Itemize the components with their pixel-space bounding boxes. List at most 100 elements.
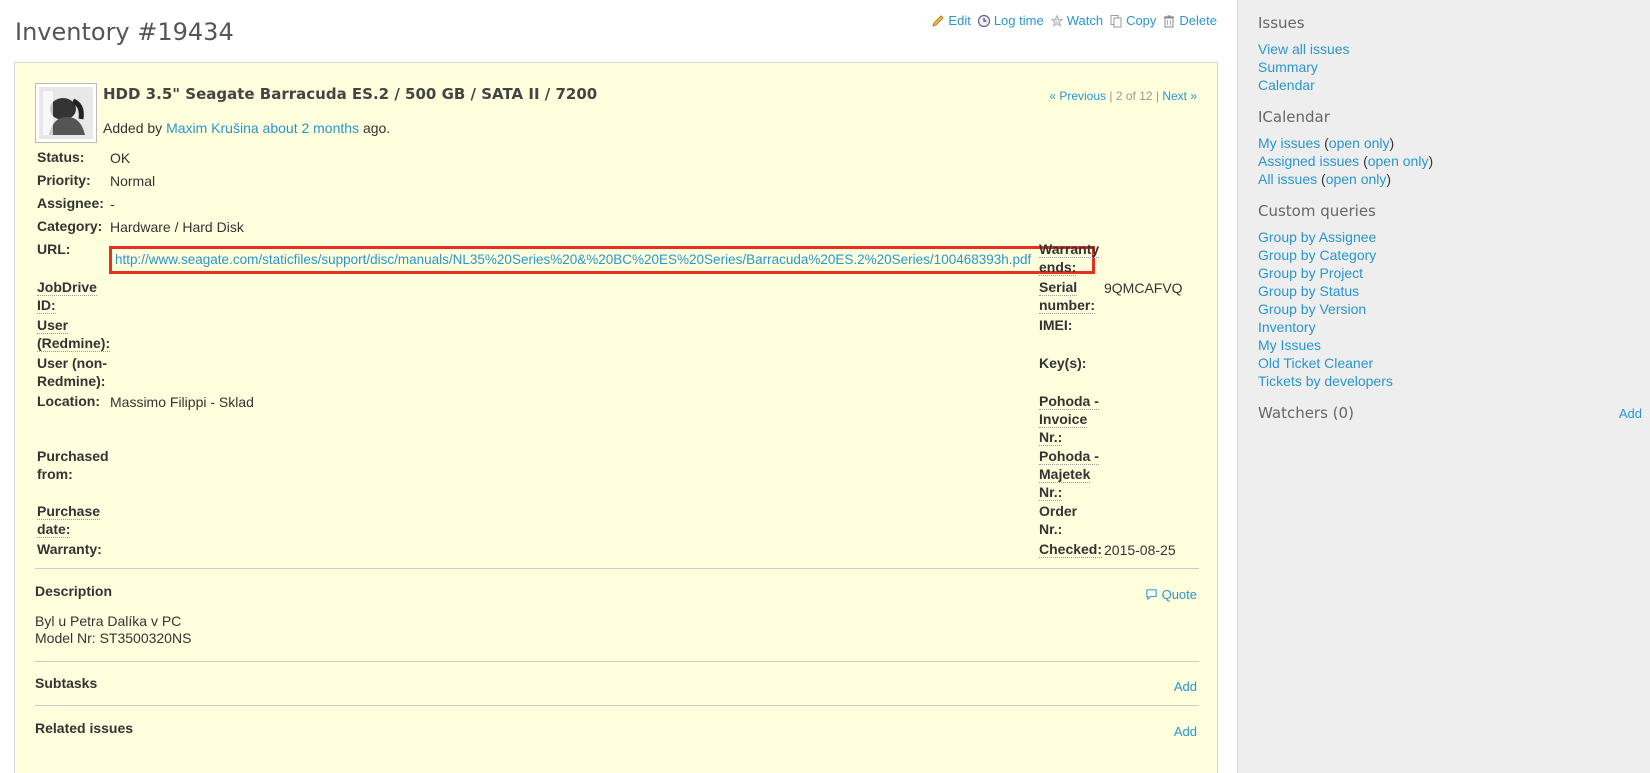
added-by-label: Added by <box>103 120 163 136</box>
add-subtask-link[interactable]: Add <box>1174 679 1197 694</box>
delete-link[interactable]: Delete <box>1179 13 1217 28</box>
quote-link[interactable]: Quote <box>1162 587 1197 602</box>
trash-icon <box>1164 14 1175 27</box>
assignee-label: Assignee: <box>37 195 104 211</box>
divider <box>35 568 1199 569</box>
sidebar-item-all-issues-open[interactable]: open only <box>1326 171 1387 187</box>
issue-panel: HDD 3.5" Seagate Barracuda ES.2 / 500 GB… <box>14 62 1218 773</box>
keys-label: Key(s): <box>1039 355 1087 371</box>
sidebar-item-old-ticket-cleaner[interactable]: Old Ticket Cleaner <box>1258 355 1373 371</box>
comment-icon <box>1146 589 1157 601</box>
checked-value: 2015-08-25 <box>1104 542 1176 558</box>
sidebar-issues-heading: Issues <box>1258 14 1305 32</box>
issue-actions: Edit Log time Watch Copy Delete <box>931 13 1217 28</box>
sidebar-item-group-by-assignee[interactable]: Group by Assignee <box>1258 229 1376 245</box>
category-value: Hardware / Hard Disk <box>110 219 244 235</box>
author-line: Added by Maxim Krušina about 2 months ag… <box>103 120 390 136</box>
issue-subject: HDD 3.5" Seagate Barracuda ES.2 / 500 GB… <box>103 85 598 103</box>
copy-link[interactable]: Copy <box>1126 13 1156 28</box>
sidebar-item-group-by-status[interactable]: Group by Status <box>1258 283 1359 299</box>
sidebar-icalendar-heading: ICalendar <box>1258 108 1330 126</box>
sidebar-item-calendar[interactable]: Calendar <box>1258 77 1315 93</box>
sidebar-item-assigned-issues[interactable]: Assigned issues <box>1258 153 1359 169</box>
order-number-label: Order Nr.: <box>1039 503 1078 537</box>
log-time-link[interactable]: Log time <box>994 13 1044 28</box>
sidebar-item-inventory[interactable]: Inventory <box>1258 319 1316 335</box>
status-value: OK <box>110 150 131 166</box>
delete-action[interactable]: Delete <box>1162 13 1217 28</box>
author-link[interactable]: Maxim Krušina <box>166 120 259 136</box>
sidebar-item-my-issues-query[interactable]: My Issues <box>1258 337 1321 353</box>
add-related-link[interactable]: Add <box>1174 724 1197 739</box>
sidebar-item-view-all-issues[interactable]: View all issues <box>1258 41 1350 57</box>
sidebar-issues-block: Issues View all issues Summary Calendar <box>1258 14 1630 94</box>
edit-link[interactable]: Edit <box>948 13 970 28</box>
description-line-2: Model Nr: ST3500320NS <box>35 630 192 646</box>
author-photo <box>39 87 93 139</box>
sidebar-item-group-by-version[interactable]: Group by Version <box>1258 301 1366 317</box>
avatar <box>35 83 97 143</box>
pohoda-invoice-label: Pohoda - Invoice Nr.: <box>1039 393 1099 446</box>
previous-link[interactable]: « Previous <box>1049 89 1106 103</box>
sidebar-item-summary[interactable]: Summary <box>1258 59 1318 75</box>
next-link[interactable]: Next » <box>1162 89 1197 103</box>
serial-number-value: 9QMCAFVQ <box>1104 280 1183 296</box>
sidebar-item-tickets-by-developers[interactable]: Tickets by developers <box>1258 373 1393 389</box>
jobdrive-label: JobDrive ID: <box>37 279 97 314</box>
divider <box>35 705 1199 706</box>
url-label: URL: <box>37 241 71 257</box>
time-ago-link[interactable]: about 2 months <box>263 120 360 136</box>
status-label: Status: <box>37 149 85 165</box>
clock-icon <box>977 14 990 27</box>
sidebar-watchers-heading: Watchers (0) <box>1258 404 1354 422</box>
category-label: Category: <box>37 218 103 234</box>
sidebar-item-my-issues-open[interactable]: open only <box>1329 135 1390 151</box>
quote-action[interactable]: Quote <box>1145 587 1197 602</box>
serial-number-label: Serial number: <box>1039 279 1095 314</box>
url-highlight-box: http://www.seagate.com/staticfiles/suppo… <box>109 246 1095 274</box>
user-nonredmine-label: User (non- Redmine): <box>37 355 107 389</box>
added-suffix: ago. <box>362 120 391 136</box>
sidebar: Issues View all issues Summary Calendar … <box>1237 0 1650 773</box>
imei-label: IMEI: <box>1039 317 1073 333</box>
sidebar-item-my-issues[interactable]: My issues <box>1258 135 1320 151</box>
sidebar-item-group-by-category[interactable]: Group by Category <box>1258 247 1376 263</box>
description-heading: Description <box>35 583 113 599</box>
location-label: Location: <box>37 393 100 409</box>
url-link[interactable]: http://www.seagate.com/staticfiles/suppo… <box>115 252 1031 267</box>
sidebar-custom-queries-block: Custom queries Group by Assignee Group b… <box>1258 202 1630 390</box>
assignee-value: - <box>110 196 115 212</box>
sidebar-custom-queries-heading: Custom queries <box>1258 202 1376 220</box>
sidebar-watchers-block: Watchers (0) Add <box>1258 404 1642 422</box>
copy-action[interactable]: Copy <box>1109 13 1156 28</box>
user-redmine-label: User (Redmine): <box>37 317 111 352</box>
issue-navigation: « Previous | 2 of 12 | Next » <box>1049 89 1197 103</box>
watch-action[interactable]: Watch <box>1050 13 1103 28</box>
sidebar-item-group-by-project[interactable]: Group by Project <box>1258 265 1363 281</box>
warranty-label: Warranty: <box>37 541 102 557</box>
sidebar-item-all-issues[interactable]: All issues <box>1258 171 1317 187</box>
priority-label: Priority: <box>37 172 91 188</box>
priority-value: Normal <box>110 173 156 189</box>
warranty-ends-label: Warranty ends: <box>1039 241 1100 276</box>
location-value: Massimo Filippi - Sklad <box>110 394 254 410</box>
subtasks-heading: Subtasks <box>35 675 98 691</box>
purchase-date-label: Purchase date: <box>37 503 101 538</box>
star-icon <box>1050 13 1064 27</box>
sidebar-icalendar-block: ICalendar My issues (open only) Assigned… <box>1258 108 1630 188</box>
edit-action[interactable]: Edit <box>931 13 971 28</box>
page-title: Inventory #19434 <box>15 18 234 46</box>
checked-label: Checked: <box>1039 541 1103 558</box>
description-line-1: Byl u Petra Dalíka v PC <box>35 613 182 629</box>
divider <box>35 661 1199 662</box>
position-indicator: 2 of 12 <box>1115 89 1153 103</box>
log-time-action[interactable]: Log time <box>977 13 1044 28</box>
sidebar-item-assigned-issues-open[interactable]: open only <box>1368 153 1429 169</box>
watch-link[interactable]: Watch <box>1067 13 1103 28</box>
main-content: Inventory #19434 Edit Log time Watch Cop… <box>0 0 1237 773</box>
pencil-icon <box>932 14 945 27</box>
copy-icon <box>1110 14 1122 27</box>
pohoda-majetek-label: Pohoda - Majetek Nr.: <box>1039 448 1099 501</box>
related-issues-heading: Related issues <box>35 720 134 736</box>
add-watcher-link[interactable]: Add <box>1619 406 1642 421</box>
